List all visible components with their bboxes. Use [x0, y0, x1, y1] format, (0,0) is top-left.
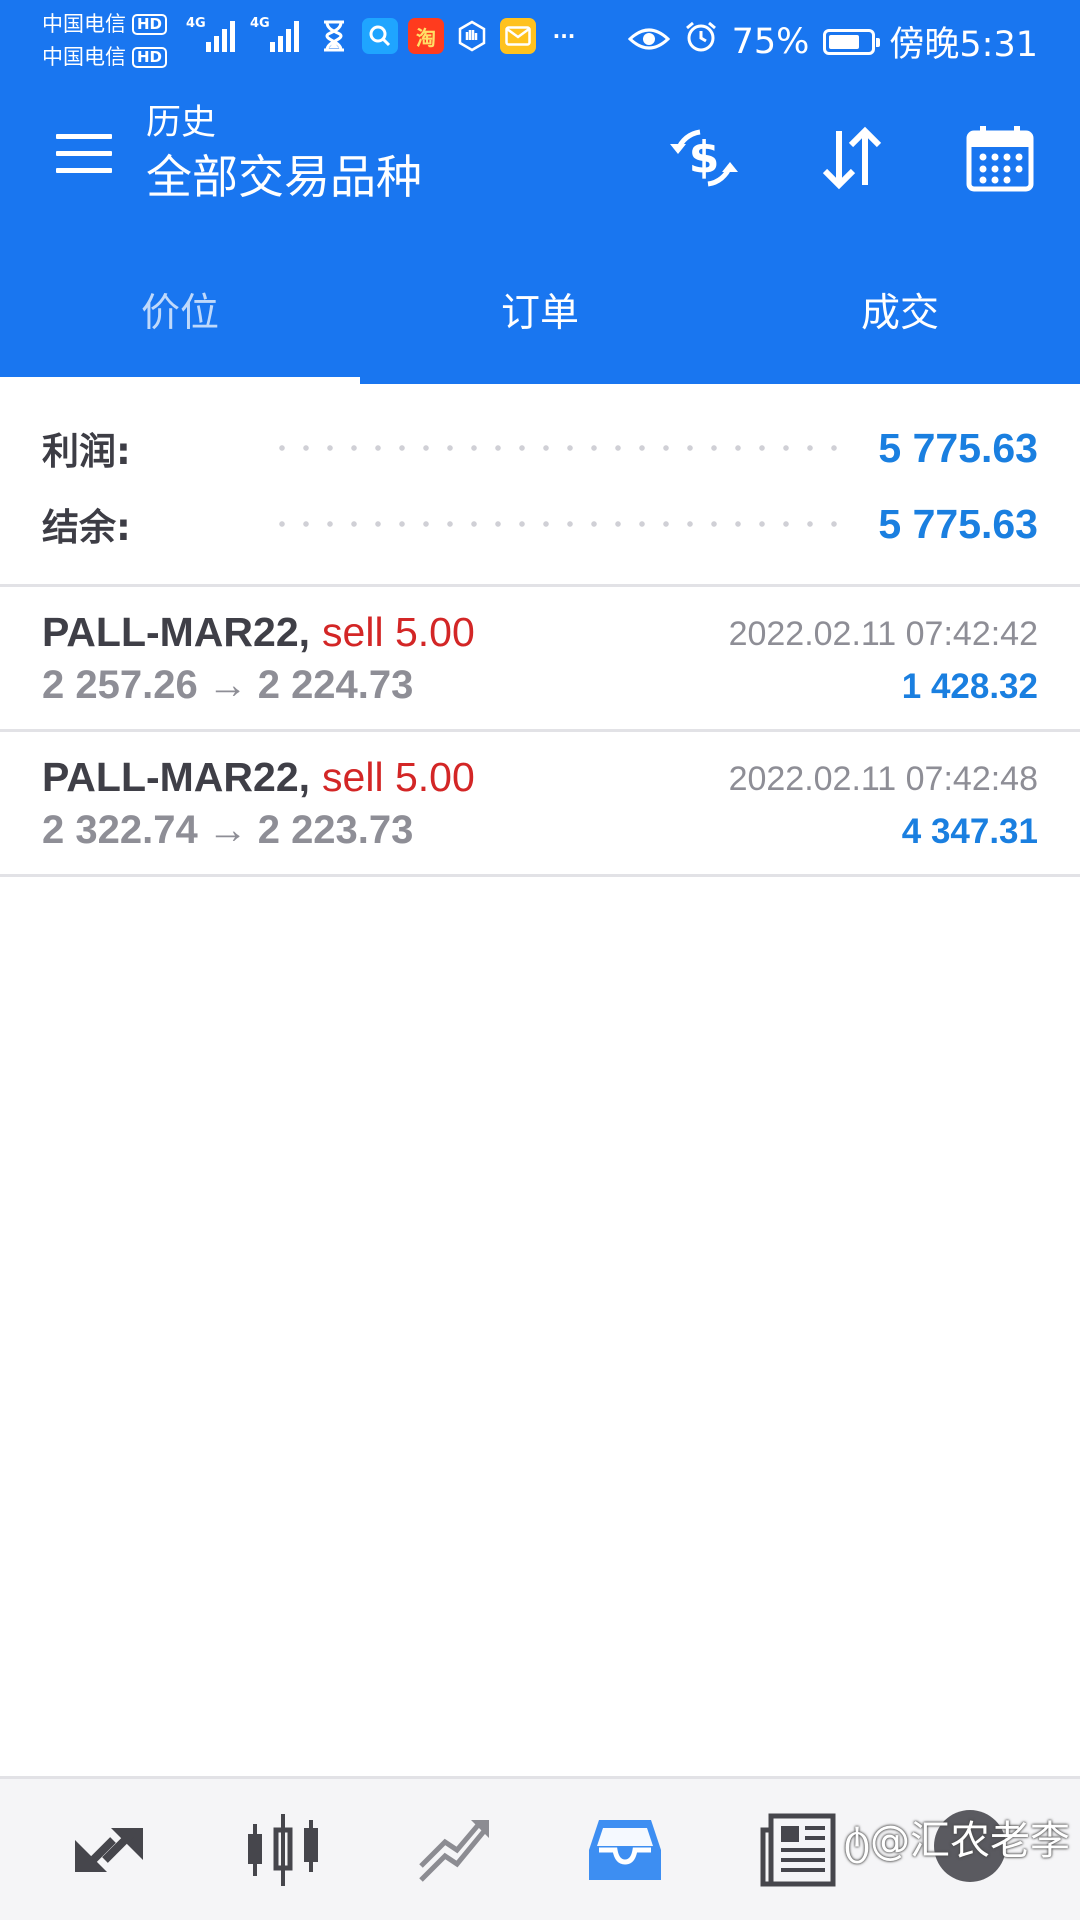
mail-icon — [500, 18, 536, 54]
deal-separator: , — [298, 609, 311, 655]
summary-panel: 利润: 5 775.63 结余: 5 775.63 — [0, 384, 1080, 584]
carrier-1: 中国电信 HD — [42, 8, 168, 41]
sort-button[interactable] — [814, 120, 890, 196]
newspaper-icon — [760, 1813, 836, 1887]
signal-strength-icon: 4G — [250, 16, 304, 52]
deal-row[interactable]: PALL-MAR22, sell 5.00 2 322.74 → 2 223.73 2… — [0, 732, 1080, 874]
nav-chart[interactable] — [242, 1809, 324, 1891]
notification-icons: 淘 ··· — [316, 18, 582, 54]
battery-fill — [829, 34, 860, 49]
balance-value: 5 775.63 — [878, 500, 1038, 547]
app-bar: 历史 全部交易品种 $ — [0, 82, 1080, 236]
battery-icon — [823, 28, 881, 55]
candlestick-icon — [248, 1814, 318, 1886]
sort-arrows-icon — [822, 126, 882, 190]
page-subtitle: 历史 — [146, 103, 217, 143]
app-actions: $ — [666, 120, 1038, 196]
open-price: 2 257.26 — [42, 663, 198, 707]
hd-badge: HD — [132, 47, 168, 68]
watermark-text: ტ@汇农老李 — [843, 1818, 1070, 1864]
calendar-button[interactable] — [962, 120, 1038, 196]
menu-button[interactable] — [56, 134, 112, 178]
divider — [0, 874, 1080, 877]
dotted-leader — [270, 521, 849, 527]
nav-quotes[interactable] — [68, 1809, 150, 1891]
arrow-right-icon: → — [207, 808, 248, 852]
more-notifications-icon: ··· — [552, 24, 576, 48]
deal-symbol-line: PALL-MAR22, sell 5.00 — [42, 754, 475, 801]
dotted-leader — [270, 445, 849, 451]
deal-separator: , — [298, 754, 311, 800]
calendar-icon — [966, 126, 1034, 192]
hd-badge: HD — [132, 14, 168, 35]
deposit-withdraw-button[interactable]: $ — [666, 120, 742, 196]
svg-text:$: $ — [689, 132, 720, 183]
deal-symbol: PALL-MAR22 — [42, 754, 299, 800]
deal-time: 2022.02.11 07:42:48 — [728, 760, 1038, 798]
close-price: 2 224.73 — [257, 663, 414, 707]
trade-trend-icon — [419, 1820, 489, 1882]
deal-time: 2022.02.11 07:42:42 — [728, 615, 1038, 653]
carrier-2: 中国电信 HD — [42, 41, 168, 74]
title-block: 历史 全部交易品种 — [146, 100, 422, 208]
profit-label: 利润: — [42, 430, 131, 473]
carrier-1-name: 中国电信 — [42, 12, 126, 36]
nav-trade[interactable] — [414, 1809, 496, 1891]
nav-news[interactable] — [758, 1809, 840, 1891]
taobao-icon: 淘 — [408, 18, 444, 54]
hamburger-icon — [56, 134, 112, 139]
tab-deals[interactable]: 成交 — [720, 236, 1080, 384]
status-bar: 中国电信 HD 中国电信 HD 4G 4G 淘 ··· 75% 傍晚5:31 — [0, 0, 1080, 82]
profit-value: 5 775.63 — [878, 424, 1038, 471]
deal-prices: 2 257.26 → 2 224.73 — [42, 663, 413, 708]
carrier-info: 中国电信 HD 中国电信 HD — [42, 8, 168, 74]
tab-orders[interactable]: 订单 — [360, 236, 720, 384]
deal-profit: 4 347.31 — [901, 812, 1038, 851]
battery-percent: 75% — [731, 21, 810, 62]
balance-row: 结余: 5 775.63 — [42, 494, 1038, 554]
tab-positions[interactable]: 价位 — [0, 236, 360, 384]
alarm-icon — [684, 20, 718, 63]
status-right: 75% 傍晚5:31 — [627, 16, 1038, 67]
tab-bar: 价位 订单 成交 — [0, 236, 1080, 384]
eye-comfort-icon — [627, 22, 670, 62]
open-price: 2 322.74 — [42, 808, 198, 852]
deal-type: sell 5.00 — [322, 754, 475, 800]
profit-row: 利润: 5 775.63 — [42, 418, 1038, 478]
deal-symbol-line: PALL-MAR22, sell 5.00 — [42, 609, 475, 656]
inbox-tray-icon — [589, 1820, 661, 1880]
network-type-label: 4G — [186, 16, 206, 31]
balance-label: 结余: — [42, 506, 131, 549]
deal-prices: 2 322.74 → 2 223.73 — [42, 808, 413, 853]
carrier-2-name: 中国电信 — [42, 45, 126, 69]
deal-row[interactable]: PALL-MAR22, sell 5.00 2 257.26 → 2 224.73 2… — [0, 587, 1080, 729]
quotes-arrows-icon — [75, 1828, 143, 1872]
close-price: 2 223.73 — [257, 808, 414, 852]
search-app-icon — [362, 18, 398, 54]
hourglass-icon — [316, 18, 352, 54]
shield-hand-icon — [454, 18, 490, 54]
deal-profit: 1 428.32 — [901, 667, 1038, 706]
deal-type: sell 5.00 — [322, 609, 475, 655]
page-title: 全部交易品种 — [146, 150, 422, 204]
clock: 傍晚5:31 — [889, 25, 1038, 65]
nav-history[interactable] — [584, 1809, 666, 1891]
arrow-right-icon: → — [207, 663, 248, 707]
screen: 中国电信 HD 中国电信 HD 4G 4G 淘 ··· 75% 傍晚5:31 历… — [0, 0, 1080, 1920]
deal-symbol: PALL-MAR22 — [42, 609, 299, 655]
signal-indicators: 4G 4G — [186, 16, 304, 52]
signal-strength-icon: 4G — [186, 16, 240, 52]
network-type-label: 4G — [250, 16, 270, 31]
dollar-exchange-icon: $ — [670, 129, 738, 187]
